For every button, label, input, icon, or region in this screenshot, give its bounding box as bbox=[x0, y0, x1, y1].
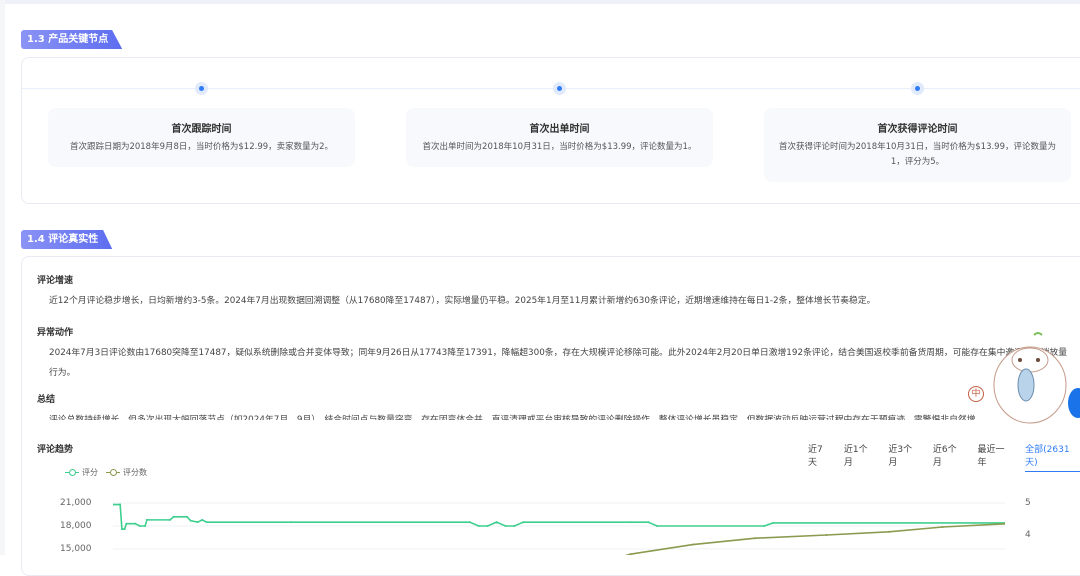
data-point[interactable] bbox=[138, 525, 141, 527]
data-point[interactable] bbox=[504, 525, 507, 527]
data-point[interactable] bbox=[477, 525, 480, 527]
data-point[interactable] bbox=[201, 518, 204, 521]
data-point[interactable] bbox=[120, 528, 123, 531]
data-point[interactable] bbox=[691, 543, 694, 546]
data-point[interactable] bbox=[647, 521, 650, 524]
data-point[interactable] bbox=[205, 521, 208, 524]
data-point[interactable] bbox=[772, 521, 775, 524]
data-point[interactable] bbox=[186, 515, 189, 518]
data-point[interactable] bbox=[522, 521, 525, 524]
data-point[interactable] bbox=[172, 515, 175, 518]
data-point[interactable] bbox=[941, 526, 944, 528]
data-point[interactable] bbox=[169, 518, 172, 521]
data-point[interactable] bbox=[754, 537, 757, 540]
data-point[interactable] bbox=[495, 521, 498, 524]
data-point[interactable] bbox=[125, 522, 128, 525]
trend-chart bbox=[112, 502, 1006, 555]
data-point[interactable] bbox=[763, 525, 766, 527]
data-point[interactable] bbox=[144, 525, 147, 527]
data-point[interactable] bbox=[513, 525, 516, 527]
data-point[interactable] bbox=[119, 503, 122, 506]
mascot-widget[interactable]: 中 bbox=[968, 330, 1068, 425]
series-line-rating-count bbox=[624, 523, 1005, 555]
data-point[interactable] bbox=[290, 521, 293, 524]
series-line-rating bbox=[113, 503, 1005, 530]
data-point[interactable] bbox=[629, 521, 632, 524]
data-point[interactable] bbox=[468, 521, 471, 524]
data-point[interactable] bbox=[825, 534, 828, 536]
data-point[interactable] bbox=[145, 518, 148, 521]
data-point[interactable] bbox=[486, 525, 489, 527]
data-point[interactable] bbox=[123, 528, 126, 531]
mascot-bear-icon bbox=[993, 332, 1067, 424]
data-point[interactable] bbox=[134, 522, 137, 525]
data-point[interactable] bbox=[189, 519, 192, 522]
data-point[interactable] bbox=[656, 525, 659, 527]
data-point[interactable] bbox=[888, 530, 891, 533]
data-point[interactable] bbox=[1004, 522, 1006, 525]
data-point[interactable] bbox=[196, 521, 199, 524]
language-badge[interactable]: 中 bbox=[968, 386, 984, 402]
data-point[interactable] bbox=[112, 503, 114, 506]
